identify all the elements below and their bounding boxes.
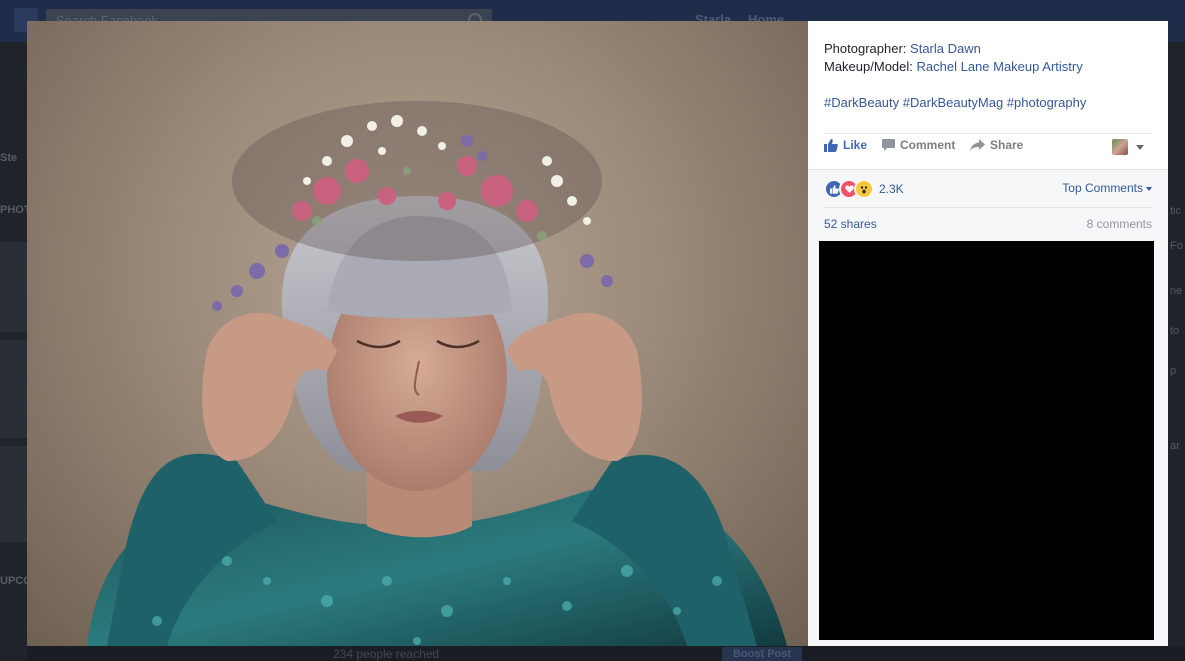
feedback-section: 2.3K Top Comments 52 shares 8 comments xyxy=(808,169,1168,646)
background-boost-button: Boost Post xyxy=(722,647,802,661)
post-as-avatar[interactable] xyxy=(1112,139,1128,155)
comment-icon xyxy=(882,139,895,151)
background-bottom-strip xyxy=(27,646,1185,661)
makeup-line: Makeup/Model: Rachel Lane Makeup Artistr… xyxy=(824,58,1154,76)
photographer-link[interactable]: Starla Dawn xyxy=(910,41,981,56)
makeup-label: Makeup/Model: xyxy=(824,59,913,74)
divider xyxy=(824,207,1152,208)
background-right-label: to xyxy=(1170,325,1180,337)
divider xyxy=(808,169,1168,170)
background-left-label: Ste xyxy=(0,152,18,164)
background-right-label: ar xyxy=(1170,440,1180,452)
thumbs-up-icon xyxy=(824,138,838,152)
photographer-label: Photographer: xyxy=(824,41,907,56)
top-comments-label: Top Comments xyxy=(1062,181,1143,195)
post-hashtags[interactable]: #DarkBeauty #DarkBeautyMag #photography xyxy=(824,94,1086,112)
comment-button[interactable]: Comment xyxy=(882,138,955,152)
comments-area-blank xyxy=(819,241,1154,640)
divider xyxy=(824,133,1152,134)
chevron-down-icon[interactable] xyxy=(1136,145,1144,150)
comment-label: Comment xyxy=(900,138,956,152)
background-right-label: tic xyxy=(1170,205,1181,217)
share-button[interactable]: Share xyxy=(970,138,1023,152)
shares-count-link[interactable]: 52 shares xyxy=(824,217,877,231)
post-action-bar: Like Comment Share xyxy=(824,138,1152,158)
background-right-label: ne xyxy=(1170,285,1183,297)
reaction-count: 2.3K xyxy=(879,182,904,196)
background-thumbnail xyxy=(0,242,27,332)
portrait-photo xyxy=(87,101,787,646)
comments-count[interactable]: 8 comments xyxy=(1087,217,1152,231)
background-right-column xyxy=(1168,42,1185,661)
share-label: Share xyxy=(990,138,1024,152)
background-thumbnail xyxy=(0,446,27,542)
photographer-line: Photographer: Starla Dawn xyxy=(824,40,1154,58)
background-right-label: p xyxy=(1170,365,1177,377)
chevron-down-icon xyxy=(1146,186,1152,191)
like-button[interactable]: Like xyxy=(824,138,867,152)
background-thumbnail xyxy=(0,340,27,438)
post-side-panel: Photographer: Starla Dawn Makeup/Model: … xyxy=(808,21,1168,646)
photo-stage[interactable] xyxy=(27,21,808,646)
makeup-artist-link[interactable]: Rachel Lane Makeup Artistry xyxy=(917,59,1083,74)
background-reach-text: 234 people reached xyxy=(333,647,440,661)
top-comments-dropdown[interactable]: Top Comments xyxy=(1062,181,1152,195)
share-arrow-icon xyxy=(970,139,985,151)
post-credits: Photographer: Starla Dawn Makeup/Model: … xyxy=(824,40,1154,76)
wow-reaction-icon xyxy=(854,179,874,199)
background-right-label: Fo xyxy=(1170,240,1183,252)
background-left-column: Ste PHOT UPCO xyxy=(0,42,32,661)
reactions-summary[interactable]: 2.3K xyxy=(824,179,904,199)
background-left-label: PHOT xyxy=(0,204,31,216)
like-label: Like xyxy=(843,138,868,152)
